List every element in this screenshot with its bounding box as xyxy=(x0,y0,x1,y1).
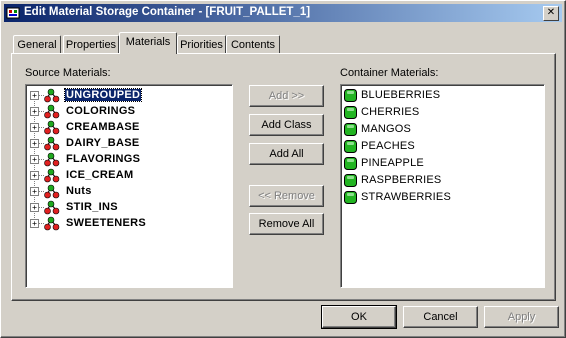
dialog-window: Edit Material Storage Container - [FRUIT… xyxy=(0,0,566,338)
material-icon xyxy=(344,191,357,204)
add-button[interactable]: Add >> xyxy=(249,85,324,107)
remove-all-button[interactable]: Remove All xyxy=(249,213,324,235)
material-class-icon xyxy=(44,200,60,215)
material-class-icon xyxy=(44,168,60,183)
list-item-label: MANGOS xyxy=(361,123,412,135)
tree-item-label: CREAMBASE xyxy=(66,121,140,133)
expand-icon[interactable]: + xyxy=(30,123,39,132)
expand-icon[interactable]: + xyxy=(30,219,39,228)
material-class-icon xyxy=(44,216,60,231)
tree-item[interactable]: + ICE_CREAM xyxy=(26,168,226,184)
material-class-icon xyxy=(44,152,60,167)
material-icon xyxy=(344,106,357,119)
add-all-button[interactable]: Add All xyxy=(249,143,324,165)
tab-properties[interactable]: Properties xyxy=(63,35,119,54)
window-title: Edit Material Storage Container - [FRUIT… xyxy=(24,6,311,18)
close-button[interactable]: ✕ xyxy=(543,6,559,21)
material-class-icon xyxy=(44,136,60,151)
tree-item-label: COLORINGS xyxy=(66,105,136,117)
expand-icon[interactable]: + xyxy=(30,203,39,212)
tree-item-label: ICE_CREAM xyxy=(66,169,134,181)
materials-tab-panel: Source Materials: + UNGROUPED + COLORINGS + C… xyxy=(11,53,556,301)
material-class-icon xyxy=(44,88,60,103)
tree-item[interactable]: + CREAMBASE xyxy=(26,120,226,136)
list-item-label: BLUEBERRIES xyxy=(361,89,441,101)
tree-item-label: UNGROUPED xyxy=(63,88,143,102)
list-item-label: CHERRIES xyxy=(361,106,420,118)
cancel-button[interactable]: Cancel xyxy=(403,306,478,328)
material-icon xyxy=(344,157,357,170)
ok-button[interactable]: OK xyxy=(321,305,397,329)
remove-button[interactable]: << Remove xyxy=(249,185,324,207)
title-bar[interactable]: Edit Material Storage Container - [FRUIT… xyxy=(4,4,562,22)
tree-item-label: SWEETENERS xyxy=(66,217,147,229)
container-materials-label: Container Materials: xyxy=(340,67,439,79)
material-class-icon xyxy=(44,184,60,199)
tree-item[interactable]: + COLORINGS xyxy=(26,104,226,120)
tree-item[interactable]: + Nuts xyxy=(26,184,226,200)
expand-icon[interactable]: + xyxy=(30,187,39,196)
tree-item-label: FLAVORINGS xyxy=(66,153,141,165)
list-item-label: PEACHES xyxy=(361,140,415,152)
tree-item[interactable]: + UNGROUPED xyxy=(26,88,226,104)
tree-item-label: STIR_INS xyxy=(66,201,118,213)
material-icon xyxy=(344,174,357,187)
expand-icon[interactable]: + xyxy=(30,139,39,148)
tree-item-label: Nuts xyxy=(66,185,92,197)
tab-priorities[interactable]: Priorities xyxy=(177,35,226,54)
tree-item[interactable]: + SWEETENERS xyxy=(26,216,226,232)
list-item-label: STRAWBERRIES xyxy=(361,191,452,203)
material-icon xyxy=(344,89,357,102)
material-class-icon xyxy=(44,120,60,135)
expand-icon[interactable]: + xyxy=(30,91,39,100)
tab-contents[interactable]: Contents xyxy=(226,35,280,54)
expand-icon[interactable]: + xyxy=(30,155,39,164)
source-materials-tree[interactable]: + UNGROUPED + COLORINGS + CREAMBASE + DAIRY_BAS… xyxy=(25,84,233,288)
tab-materials[interactable]: Materials xyxy=(119,32,177,54)
tree-item[interactable]: + STIR_INS xyxy=(26,200,226,216)
container-materials-list[interactable]: BLUEBERRIES CHERRIES MANGOS PEACHES PINEAPPL… xyxy=(340,84,545,288)
material-class-icon xyxy=(44,104,60,119)
close-icon: ✕ xyxy=(546,7,556,18)
apply-button[interactable]: Apply xyxy=(484,306,559,328)
source-materials-label: Source Materials: xyxy=(25,67,111,79)
expand-icon[interactable]: + xyxy=(30,171,39,180)
add-class-button[interactable]: Add Class xyxy=(249,114,324,136)
tree-item[interactable]: + FLAVORINGS xyxy=(26,152,226,168)
material-icon xyxy=(344,123,357,136)
material-icon xyxy=(344,140,357,153)
tab-general[interactable]: General xyxy=(13,35,61,54)
list-item-label: PINEAPPLE xyxy=(361,157,424,169)
expand-icon[interactable]: + xyxy=(30,107,39,116)
dialog-app-icon xyxy=(6,7,20,19)
list-item-label: RASPBERRIES xyxy=(361,174,442,186)
tree-item-label: DAIRY_BASE xyxy=(66,137,140,149)
tree-item[interactable]: + DAIRY_BASE xyxy=(26,136,226,152)
